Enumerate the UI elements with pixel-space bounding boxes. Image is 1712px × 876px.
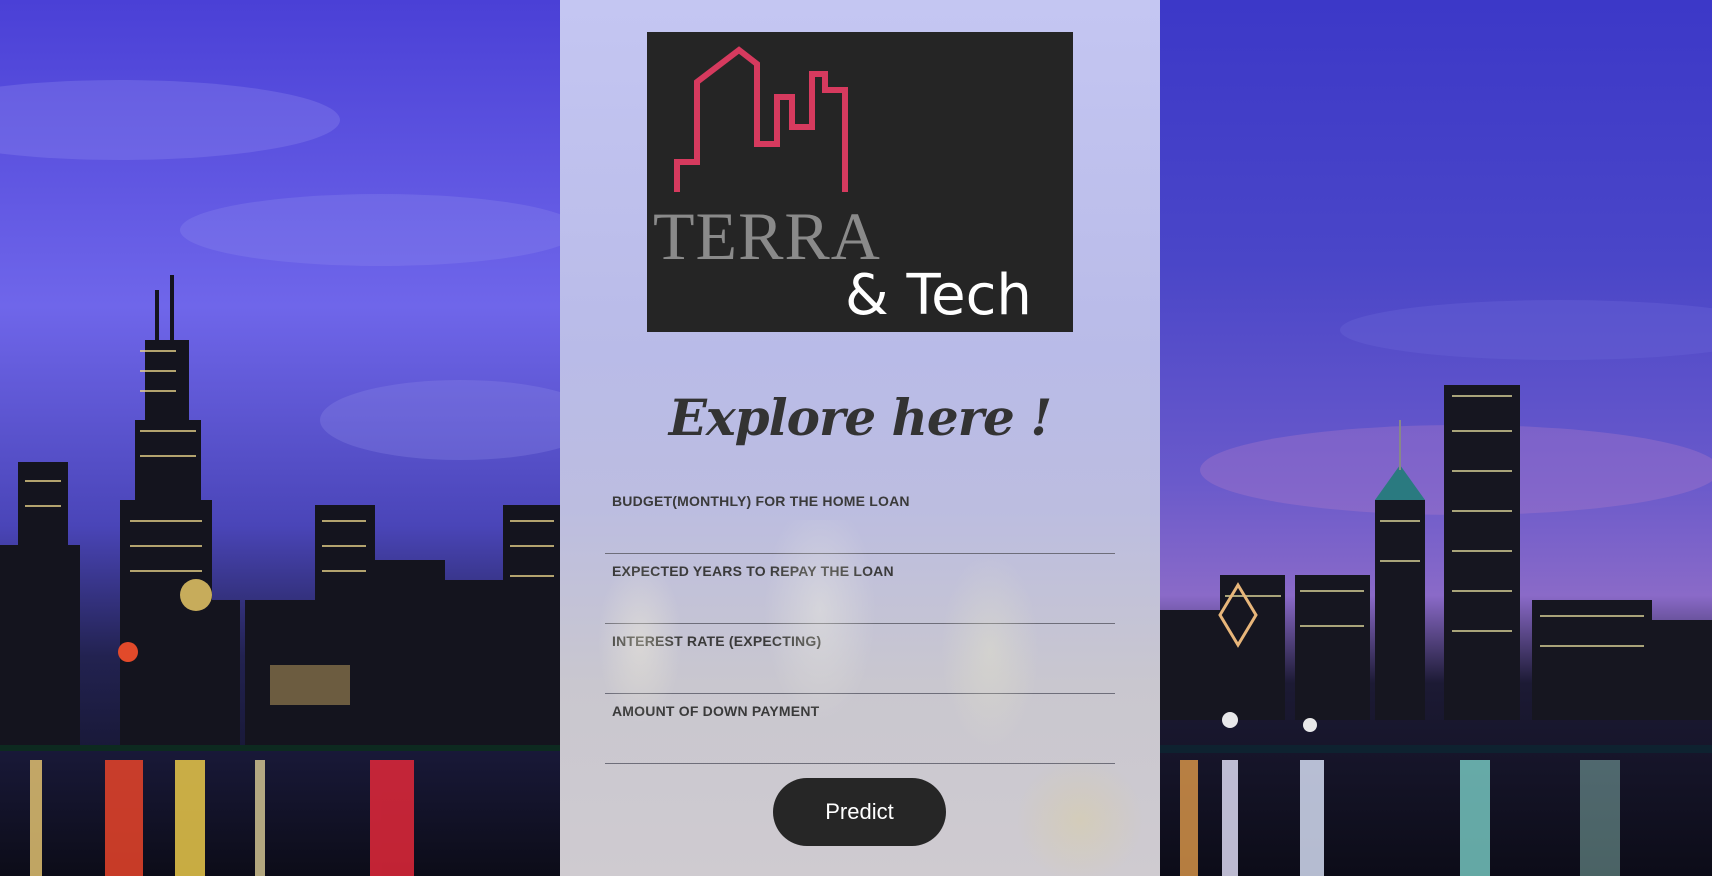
budget-label: BUDGET(MONTHLY) FOR THE HOME LOAN [612, 493, 910, 509]
interest-rate-field: INTEREST RATE (EXPECTING) [605, 625, 1115, 694]
logo-terra-text: TERRA [653, 198, 881, 274]
logo-skyline-outline [674, 46, 848, 192]
repay-years-label: EXPECTED YEARS TO REPAY THE LOAN [612, 563, 894, 579]
repay-years-field: EXPECTED YEARS TO REPAY THE LOAN [605, 555, 1115, 624]
down-payment-label: AMOUNT OF DOWN PAYMENT [612, 703, 820, 719]
budget-input[interactable] [610, 521, 1114, 549]
logo-tech-text: & Tech [845, 263, 1032, 328]
interest-rate-input[interactable] [610, 661, 1114, 689]
terra-tech-logo: TERRA & Tech [647, 32, 1073, 332]
city-skyline-background-right [1160, 0, 1712, 876]
city-skyline-background-left [0, 0, 560, 876]
budget-field: BUDGET(MONTHLY) FOR THE HOME LOAN [605, 485, 1115, 554]
down-payment-input[interactable] [610, 731, 1114, 759]
down-payment-field: AMOUNT OF DOWN PAYMENT [605, 695, 1115, 764]
interest-rate-label: INTEREST RATE (EXPECTING) [612, 633, 822, 649]
repay-years-input[interactable] [610, 591, 1114, 619]
loan-form-panel: TERRA & Tech Explore here ! BUDGET(MONTH… [560, 0, 1160, 876]
page-heading: Explore here ! [668, 388, 1052, 447]
predict-button[interactable]: Predict [773, 778, 946, 846]
